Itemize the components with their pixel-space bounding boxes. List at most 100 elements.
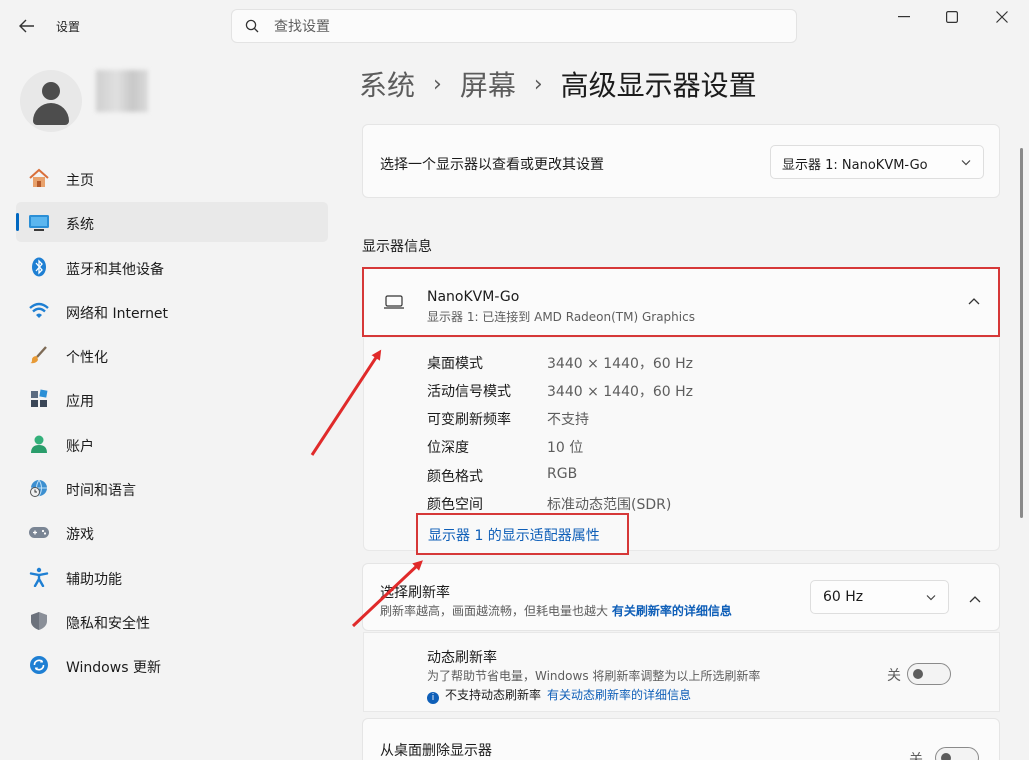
sidebar-item-personalization[interactable]: 个性化 xyxy=(16,335,328,375)
info-value: 3440 × 1440，60 Hz xyxy=(547,356,694,372)
dynamic-refresh-toggle[interactable] xyxy=(907,663,951,685)
remove-display-toggle[interactable] xyxy=(935,747,979,760)
toggle-state-label: 关 xyxy=(887,668,901,684)
minimize-button[interactable] xyxy=(881,0,927,34)
info-key: 桌面模式 xyxy=(427,356,483,372)
accessibility-icon xyxy=(29,567,49,587)
dynamic-refresh-note: i 不支持动态刷新率 有关动态刷新率的详细信息 xyxy=(427,686,691,704)
breadcrumb-item-display[interactable]: 屏幕 xyxy=(460,64,516,104)
back-arrow-icon xyxy=(19,19,34,33)
toggle-state-label: 关 xyxy=(909,752,923,760)
section-title-display-info: 显示器信息 xyxy=(362,239,432,255)
sidebar-item-label: 系统 xyxy=(66,217,94,234)
system-display-icon xyxy=(29,215,49,232)
sidebar-item-accounts[interactable]: 账户 xyxy=(16,424,328,464)
sidebar-item-label: 账户 xyxy=(66,438,94,455)
maximize-icon xyxy=(946,11,958,23)
sidebar-item-privacy[interactable]: 隐私和安全性 xyxy=(16,601,328,641)
apps-icon xyxy=(31,390,48,408)
info-icon: i xyxy=(427,692,439,704)
sidebar-item-bluetooth[interactable]: 蓝牙和其他设备 xyxy=(16,247,328,287)
sidebar-item-label: 隐私和安全性 xyxy=(66,615,150,632)
user-profile[interactable] xyxy=(20,70,150,132)
sidebar-item-apps[interactable]: 应用 xyxy=(16,379,328,419)
chevron-up-icon[interactable] xyxy=(969,588,981,607)
display-select-card: 选择一个显示器以查看或更改其设置 显示器 1: NanoKVM-Go xyxy=(362,124,1000,198)
info-key: 颜色空间 xyxy=(427,497,483,513)
info-key: 颜色格式 xyxy=(427,469,483,485)
close-button[interactable] xyxy=(979,0,1025,34)
remove-display-card: 从桌面删除显示器 关 xyxy=(362,718,1000,760)
monitor-name: NanoKVM-Go xyxy=(427,289,520,305)
refresh-rate-desc-text: 刷新率越高，画面越流畅，但耗电量也越大 xyxy=(380,604,609,618)
dynamic-refresh-description: 为了帮助节省电量，Windows 将刷新率调整为以上所选刷新率 xyxy=(427,669,761,683)
globe-clock-icon xyxy=(30,479,47,498)
chevron-down-icon xyxy=(961,156,971,169)
breadcrumb-separator: › xyxy=(533,71,543,97)
blurred-user-name xyxy=(96,70,148,112)
app-title: 设置 xyxy=(56,20,81,34)
refresh-rate-title: 选择刷新率 xyxy=(380,585,450,601)
sidebar-item-label: 游戏 xyxy=(66,527,94,544)
gamepad-icon xyxy=(29,527,49,539)
sidebar-item-label: 应用 xyxy=(66,394,94,411)
search-icon xyxy=(245,19,259,33)
account-icon xyxy=(31,435,47,453)
info-value: RGB xyxy=(547,466,578,482)
display-info-header[interactable]: NanoKVM-Go 显示器 1: 已连接到 AMD Radeon(TM) Gr… xyxy=(362,267,1000,337)
sidebar-item-system[interactable]: 系统 xyxy=(16,202,328,243)
search-input[interactable] xyxy=(274,16,774,38)
refresh-rate-card: 选择刷新率 刷新率越高，画面越流畅，但耗电量也越大 有关刷新率的详细信息 60 … xyxy=(362,563,1000,631)
breadcrumb: 系统 › 屏幕 › 高级显示器设置 xyxy=(359,62,757,106)
update-icon xyxy=(30,656,48,675)
maximize-button[interactable] xyxy=(929,0,975,34)
monitor-icon xyxy=(384,295,404,309)
home-icon xyxy=(29,168,49,187)
shield-icon xyxy=(31,611,47,630)
scrollbar[interactable] xyxy=(1020,148,1023,518)
display-select-dropdown[interactable]: 显示器 1: NanoKVM-Go xyxy=(770,145,984,179)
wifi-icon xyxy=(29,302,49,318)
back-button[interactable] xyxy=(10,10,44,42)
info-key: 可变刷新频率 xyxy=(427,412,511,428)
search-box[interactable] xyxy=(231,9,797,43)
dynamic-refresh-note-text: 不支持动态刷新率 xyxy=(445,688,542,702)
close-icon xyxy=(996,11,1008,23)
refresh-rate-info-link[interactable]: 有关刷新率的详细信息 xyxy=(612,604,732,618)
sidebar-item-label: 主页 xyxy=(66,173,94,189)
avatar xyxy=(20,70,82,132)
display-select-label: 选择一个显示器以查看或更改其设置 xyxy=(380,157,604,173)
sidebar-item-label: 辅助功能 xyxy=(66,571,122,588)
sidebar-item-network[interactable]: 网络和 Internet xyxy=(16,291,328,331)
paintbrush-icon xyxy=(30,346,47,364)
sidebar-item-home[interactable]: 主页 xyxy=(16,158,328,198)
dynamic-refresh-info-link[interactable]: 有关动态刷新率的详细信息 xyxy=(547,688,691,702)
sidebar-item-label: 个性化 xyxy=(66,350,108,367)
dynamic-refresh-card: 动态刷新率 为了帮助节省电量，Windows 将刷新率调整为以上所选刷新率 i不… xyxy=(363,632,1000,712)
breadcrumb-item-system[interactable]: 系统 xyxy=(359,64,415,104)
sidebar-item-label: Windows 更新 xyxy=(66,660,161,677)
sidebar-item-time-language[interactable]: 时间和语言 xyxy=(16,468,328,508)
monitor-connection: 显示器 1: 已连接到 AMD Radeon(TM) Graphics xyxy=(427,310,695,324)
remove-display-title: 从桌面删除显示器 xyxy=(380,743,492,759)
info-key: 活动信号模式 xyxy=(427,384,511,400)
sidebar-item-label: 时间和语言 xyxy=(66,483,136,500)
sidebar-item-windows-update[interactable]: Windows 更新 xyxy=(16,645,328,685)
refresh-rate-dropdown[interactable]: 60 Hz xyxy=(810,580,949,614)
info-value: 3440 × 1440，60 Hz xyxy=(547,384,694,400)
chevron-up-icon[interactable] xyxy=(968,293,980,309)
display-adapter-properties-link[interactable]: 显示器 1 的显示适配器属性 xyxy=(416,513,629,555)
sidebar-item-label: 蓝牙和其他设备 xyxy=(66,261,164,278)
sidebar-item-gaming[interactable]: 游戏 xyxy=(16,512,328,552)
minimize-icon xyxy=(898,16,910,18)
bluetooth-icon xyxy=(32,257,46,277)
chevron-down-icon xyxy=(926,591,936,604)
refresh-rate-description: 刷新率越高，画面越流畅，但耗电量也越大 有关刷新率的详细信息 xyxy=(380,602,732,619)
sidebar-item-label: 网络和 Internet xyxy=(66,305,169,322)
sidebar-item-accessibility[interactable]: 辅助功能 xyxy=(16,557,328,597)
info-key: 位深度 xyxy=(427,440,469,456)
title-bar: 设置 xyxy=(0,0,1029,52)
display-select-value: 显示器 1: NanoKVM-Go xyxy=(782,158,928,173)
refresh-rate-value: 60 Hz xyxy=(823,589,864,605)
info-value: 标准动态范围(SDR) xyxy=(547,497,672,513)
